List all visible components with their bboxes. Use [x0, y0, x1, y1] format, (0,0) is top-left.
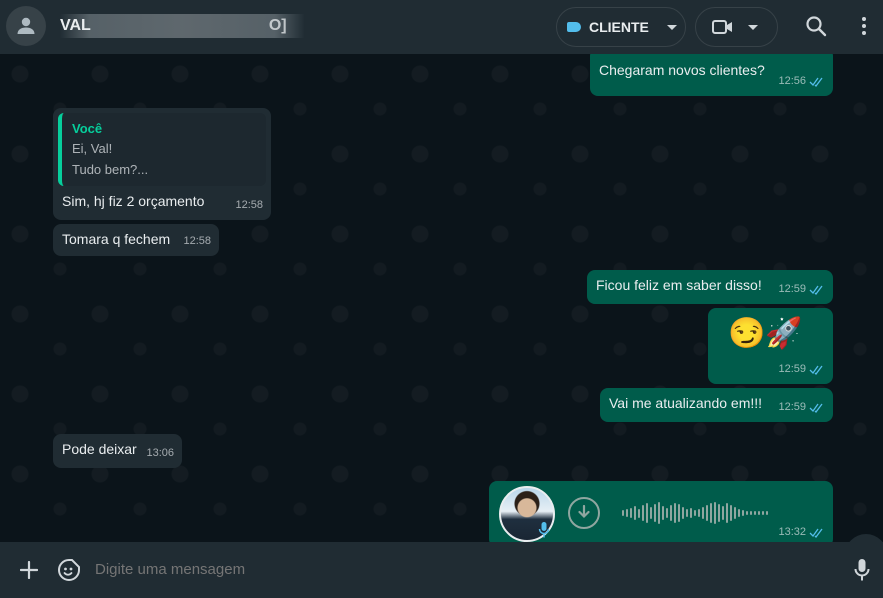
waveform-bar: [714, 502, 716, 524]
waveform-bar: [742, 510, 744, 516]
waveform-bar: [690, 508, 692, 518]
message-meta: 12:59: [778, 360, 825, 379]
message-time: 13:06: [146, 447, 174, 459]
waveform-bar: [718, 504, 720, 522]
waveform-bar: [750, 511, 752, 515]
message-list[interactable]: Chegaram novos clientes? 12:56 Você Ei, …: [0, 54, 883, 542]
waveform-bar: [642, 505, 644, 521]
waveform-bar: [746, 511, 748, 515]
message-text: Ficou feliz em saber disso!: [596, 277, 762, 293]
waveform-bar: [634, 506, 636, 520]
search-icon: [806, 16, 827, 37]
waveform-bar: [738, 509, 740, 517]
video-camera-icon: [712, 20, 732, 34]
contact-avatar[interactable]: [6, 6, 46, 46]
chat-header: VAL O] CLIENTE: [0, 0, 883, 54]
waveform-bar: [646, 503, 648, 523]
message-composer: [0, 542, 883, 598]
message-text: Chegaram novos clientes?: [599, 62, 765, 78]
waveform-bar: [626, 509, 628, 517]
message-outgoing[interactable]: Ficou feliz em saber disso! 12:59: [587, 270, 833, 304]
message-input[interactable]: [88, 550, 828, 590]
attach-button[interactable]: [16, 557, 42, 583]
message-meta: 12:59: [778, 398, 825, 417]
voice-record-button[interactable]: [849, 557, 875, 583]
waveform-bar: [730, 505, 732, 521]
voice-message-outgoing[interactable]: 13:32: [489, 481, 833, 542]
waveform-bar: [694, 510, 696, 516]
waveform-bar: [734, 507, 736, 519]
waveform-bar: [658, 502, 660, 524]
waveform-bar: [710, 503, 712, 523]
waveform-bar: [702, 507, 704, 519]
message-time: 12:58: [235, 199, 263, 211]
waveform-bar: [670, 505, 672, 521]
waveform-bar: [706, 505, 708, 521]
waveform-bar: [762, 511, 764, 515]
menu-button[interactable]: [852, 14, 876, 38]
quote-text: Ei, Val!: [72, 141, 113, 156]
download-button[interactable]: [568, 497, 600, 529]
label-tag-icon: [567, 22, 581, 32]
microphone-icon: [538, 522, 550, 538]
waveform-bar: [630, 508, 632, 518]
waveform-bar: [662, 506, 664, 520]
read-ticks-icon: [809, 285, 823, 295]
sticker-icon: [58, 559, 80, 581]
microphone-icon: [854, 559, 870, 581]
waveform-bar: [766, 511, 768, 515]
quote-author: Você: [72, 121, 103, 136]
menu-dots-icon: [862, 17, 866, 35]
message-incoming[interactable]: Tomara q fechem 12:58: [53, 224, 219, 256]
scroll-to-bottom-button[interactable]: [845, 534, 883, 542]
voice-waveform[interactable]: [622, 500, 768, 526]
message-emoji: 😏🚀: [728, 317, 803, 350]
message-outgoing[interactable]: Chegaram novos clientes? 12:56: [590, 54, 833, 96]
message-text: Vai me atualizando em!!!: [609, 395, 763, 411]
search-button[interactable]: [804, 14, 828, 38]
message-meta: 12:59: [778, 280, 825, 299]
waveform-bar: [678, 504, 680, 522]
quoted-message[interactable]: Você Ei, Val! Tudo bem?...: [58, 113, 266, 186]
label-text: CLIENTE: [589, 19, 649, 35]
message-meta: 12:56: [778, 72, 825, 91]
message-text: Pode deixar: [62, 441, 137, 457]
waveform-bar: [666, 508, 668, 518]
video-call-button[interactable]: [695, 7, 778, 47]
waveform-bar: [758, 511, 760, 515]
waveform-bar: [654, 504, 656, 522]
contact-name[interactable]: VAL O]: [60, 14, 304, 38]
message-time: 12:58: [183, 235, 211, 247]
waveform-bar: [674, 503, 676, 523]
message-outgoing-emoji[interactable]: 😏🚀 12:59: [708, 308, 833, 384]
label-button[interactable]: CLIENTE: [556, 7, 686, 47]
download-icon: [578, 505, 590, 519]
waveform-bar: [638, 508, 640, 518]
waveform-bar: [754, 511, 756, 515]
waveform-bar: [650, 507, 652, 519]
waveform-bar: [686, 509, 688, 517]
message-text: Tomara q fechem: [62, 231, 171, 247]
chevron-down-icon: [748, 24, 758, 30]
waveform-bar: [698, 509, 700, 517]
read-ticks-icon: [809, 403, 823, 413]
waveform-bar: [726, 503, 728, 523]
read-ticks-icon: [809, 77, 823, 87]
waveform-bar: [622, 510, 624, 516]
read-ticks-icon: [809, 365, 823, 375]
message-meta: 13:32: [778, 523, 825, 542]
chevron-down-icon: [666, 24, 677, 30]
waveform-bar: [722, 506, 724, 520]
quote-text: Tudo bem?...: [72, 162, 149, 177]
avatar-icon: [17, 17, 35, 34]
read-ticks-icon: [809, 528, 823, 538]
waveform-bar: [682, 507, 684, 519]
message-outgoing[interactable]: Vai me atualizando em!!! 12:59: [600, 388, 833, 422]
plus-icon: [20, 561, 38, 579]
message-incoming[interactable]: Você Ei, Val! Tudo bem?... Sim, hj fiz 2…: [53, 108, 271, 220]
message-incoming[interactable]: Pode deixar 13:06: [53, 434, 182, 468]
sticker-button[interactable]: [56, 557, 82, 583]
